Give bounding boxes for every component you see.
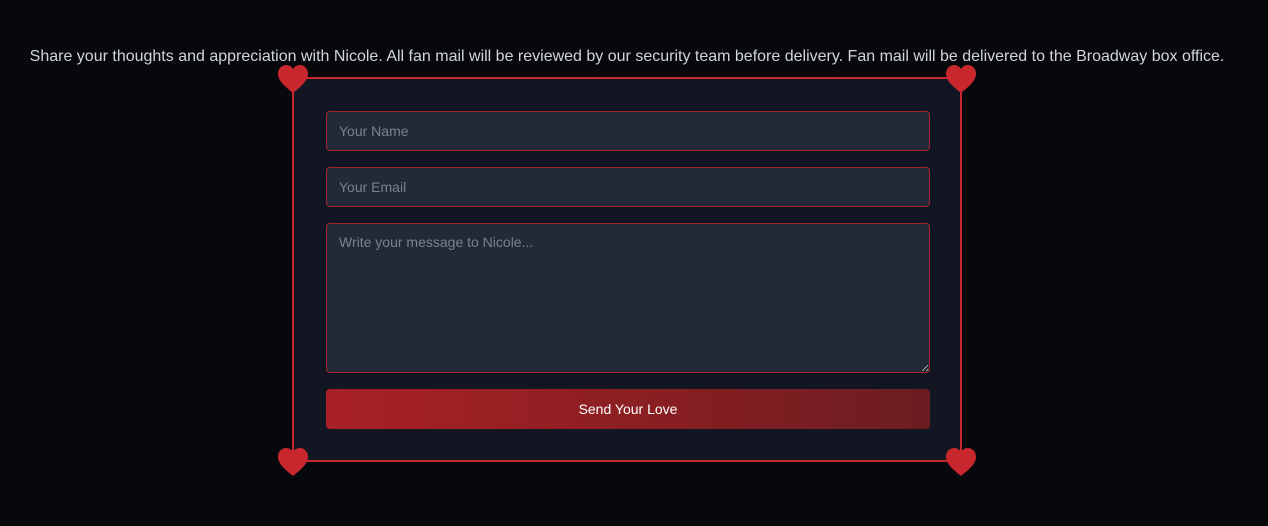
name-field[interactable]	[326, 111, 930, 151]
heart-icon	[945, 447, 977, 477]
message-field[interactable]	[326, 223, 930, 373]
send-your-love-button[interactable]: Send Your Love	[326, 389, 930, 429]
heart-icon	[277, 447, 309, 477]
heart-icon	[945, 64, 977, 94]
email-field[interactable]	[326, 167, 930, 207]
intro-text: Share your thoughts and appreciation wit…	[29, 48, 1225, 65]
heart-icon	[277, 64, 309, 94]
fan-mail-form: Send Your Love	[292, 77, 962, 462]
